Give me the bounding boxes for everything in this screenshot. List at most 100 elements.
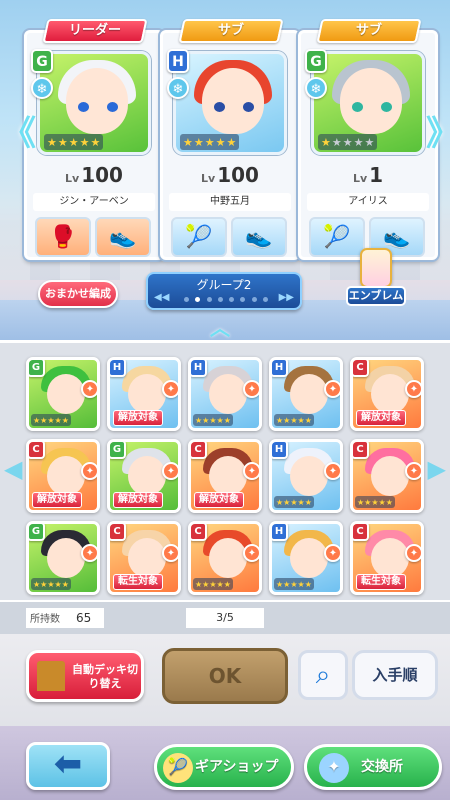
character-name: ジン・アーベン [33,193,155,211]
rarity-badge: C [353,442,369,459]
rarity-stars: ★★★★★ [180,134,240,150]
search-button[interactable]: ⌕ [298,650,348,700]
character-eyes [352,102,392,112]
star-icon: ★ [47,135,57,149]
rarity-badge: H [272,360,288,377]
element-icon: ✦ [162,544,178,562]
roster-next-arrow-icon[interactable]: ▶ [428,455,446,483]
rarity-badge: G [29,524,45,541]
star-icon: ★ [57,135,68,149]
owned-count-label: 所持数 [30,614,60,625]
star-icon: ★ [321,135,331,149]
roster-card[interactable]: H ✦ 解放対象 [107,357,181,431]
back-arrow-icon: ⬅ [53,744,83,784]
status-badge: 解放対象 [32,492,82,508]
rarity-badge: H [191,360,207,377]
deck-prev-arrow[interactable]: 《 [2,117,36,152]
star-icon: ★ [215,135,226,149]
owned-count: 所持数 65 [26,608,104,628]
gear-shop-label: ギアショップ [195,759,279,775]
roster-prev-arrow-icon[interactable]: ◀ [4,455,22,483]
page-indicator: 3/5 [186,608,264,628]
gear-slot-2[interactable]: 👟 [95,217,151,257]
rarity-stars: ★★★★★ [274,496,314,508]
group-name: グループ2 [196,278,252,292]
element-icon: ✦ [162,462,178,480]
emblem-label: エンブレム [346,286,406,306]
character-eyes [78,102,118,112]
character-face [47,538,85,578]
auto-deck-switch-button[interactable]: 自動デッキ切り替え [26,650,144,702]
racket-icon: 🎾 [323,224,351,250]
slot-role-label: サブ [217,23,244,38]
back-button[interactable]: ⬅ [26,742,110,790]
rarity-badge: G [305,49,327,73]
deck-slot-2[interactable]: サブ ★ ★ ★ ★ ★ H ❄ Lv 100 中野五月 🎾 👟 [160,19,300,260]
slot-role-label: リーダー [68,23,121,38]
star-icon: ★ [79,135,90,149]
rarity-stars: ★★★★★ [31,414,71,426]
roster-card[interactable]: C ✦ 解放対象 [350,357,424,431]
roster-card[interactable]: C ✦ 解放対象 [26,439,100,513]
character-face [290,538,328,578]
owned-count-value: 65 [76,611,92,625]
rarity-badge: C [110,524,126,541]
character-portrait[interactable]: ★ ★ ★ ★ ★ [37,51,151,155]
rarity-badge: H [110,360,126,377]
character-name: 中野五月 [169,193,291,211]
roster-card[interactable]: H ✦ ★★★★★ [269,439,343,513]
roster-card[interactable]: C ✦ 転生対象 [107,521,181,595]
character-roster: ◀ G ✦ ★★★★★ H ✦ 解放対象 H ✦ ★★★★★ H ✦ ★★★★★… [0,340,450,600]
character-face [66,68,128,134]
character-portrait[interactable]: ★ ★ ★ ★ ★ [311,51,425,155]
emblem-button[interactable]: エンブレム [346,248,406,308]
gear-slot-2[interactable]: 👟 [231,217,287,257]
roster-card[interactable]: H ✦ ★★★★★ [269,521,343,595]
element-icon: ✦ [405,380,421,398]
status-badge: 転生対象 [356,574,406,590]
roster-card[interactable]: G ✦ 解放対象 [107,439,181,513]
gear-shop-button[interactable]: 🎾 ギアショップ [154,744,294,790]
roster-card[interactable]: G ✦ ★★★★★ [26,521,100,595]
deck-next-arrow[interactable]: 》 [426,117,450,152]
search-icon: ⌕ [315,660,331,690]
group-prev-icon[interactable]: ◀◀ [154,292,169,303]
character-portrait[interactable]: ★ ★ ★ ★ ★ [173,51,287,155]
ok-button[interactable]: OK [162,648,288,704]
rarity-stars: ★★★★★ [193,578,233,590]
star-icon: ★ [331,135,342,149]
rarity-badge: H [272,524,288,541]
rarity-badge: C [191,524,207,541]
deck-slot-1[interactable]: リーダー ★ ★ ★ ★ ★ G ❄ Lv 100 ジン・アーベン 🥊 👟 [24,19,164,260]
roster-card[interactable]: G ✦ ★★★★★ [26,357,100,431]
shoes-icon: 👟 [383,224,411,250]
roster-card[interactable]: C ✦ 解放対象 [188,439,262,513]
gear-slot-1[interactable]: 🎾 [171,217,227,257]
deck-slot-3[interactable]: サブ ★ ★ ★ ★ ★ G ❄ Lv 1 アイリス 🎾 👟 [298,19,438,260]
roster-card[interactable]: H ✦ ★★★★★ [269,357,343,431]
element-icon: ✦ [243,462,259,480]
group-selector[interactable]: グループ2 ◀◀ ▶▶ [146,272,302,310]
omakase-button[interactable]: おまかせ編成 [38,280,118,308]
element-icon: ✦ [162,380,178,398]
group-next-icon[interactable]: ▶▶ [279,292,294,303]
roster-card[interactable]: C ✦ 転生対象 [350,521,424,595]
roster-card[interactable]: H ✦ ★★★★★ [188,357,262,431]
castle-icon [37,661,65,691]
snowflake-icon: ❄ [31,77,53,99]
racket-icon: 🥊 [49,224,77,250]
sort-button[interactable]: 入手順 [352,650,438,700]
footer: 自動デッキ切り替え OK ⌕ 入手順 ⬅ 🎾 ギアショップ ✦ 交換所 [0,634,450,800]
exchange-button[interactable]: ✦ 交換所 [304,744,442,790]
character-face [128,538,166,578]
roster-card[interactable]: C ✦ ★★★★★ [350,439,424,513]
roster-grid: G ✦ ★★★★★ H ✦ 解放対象 H ✦ ★★★★★ H ✦ ★★★★★ C… [26,357,424,595]
character-level: Lv 1 [352,163,384,187]
exchange-icon: ✦ [319,753,349,783]
roster-card[interactable]: C ✦ ★★★★★ [188,521,262,595]
gear-slot-1[interactable]: 🥊 [35,217,91,257]
group-page-dots [184,297,268,303]
element-icon: ✦ [405,462,421,480]
snowflake-icon: ❄ [167,77,189,99]
collapse-chevron-icon[interactable]: ︿ [210,312,230,341]
